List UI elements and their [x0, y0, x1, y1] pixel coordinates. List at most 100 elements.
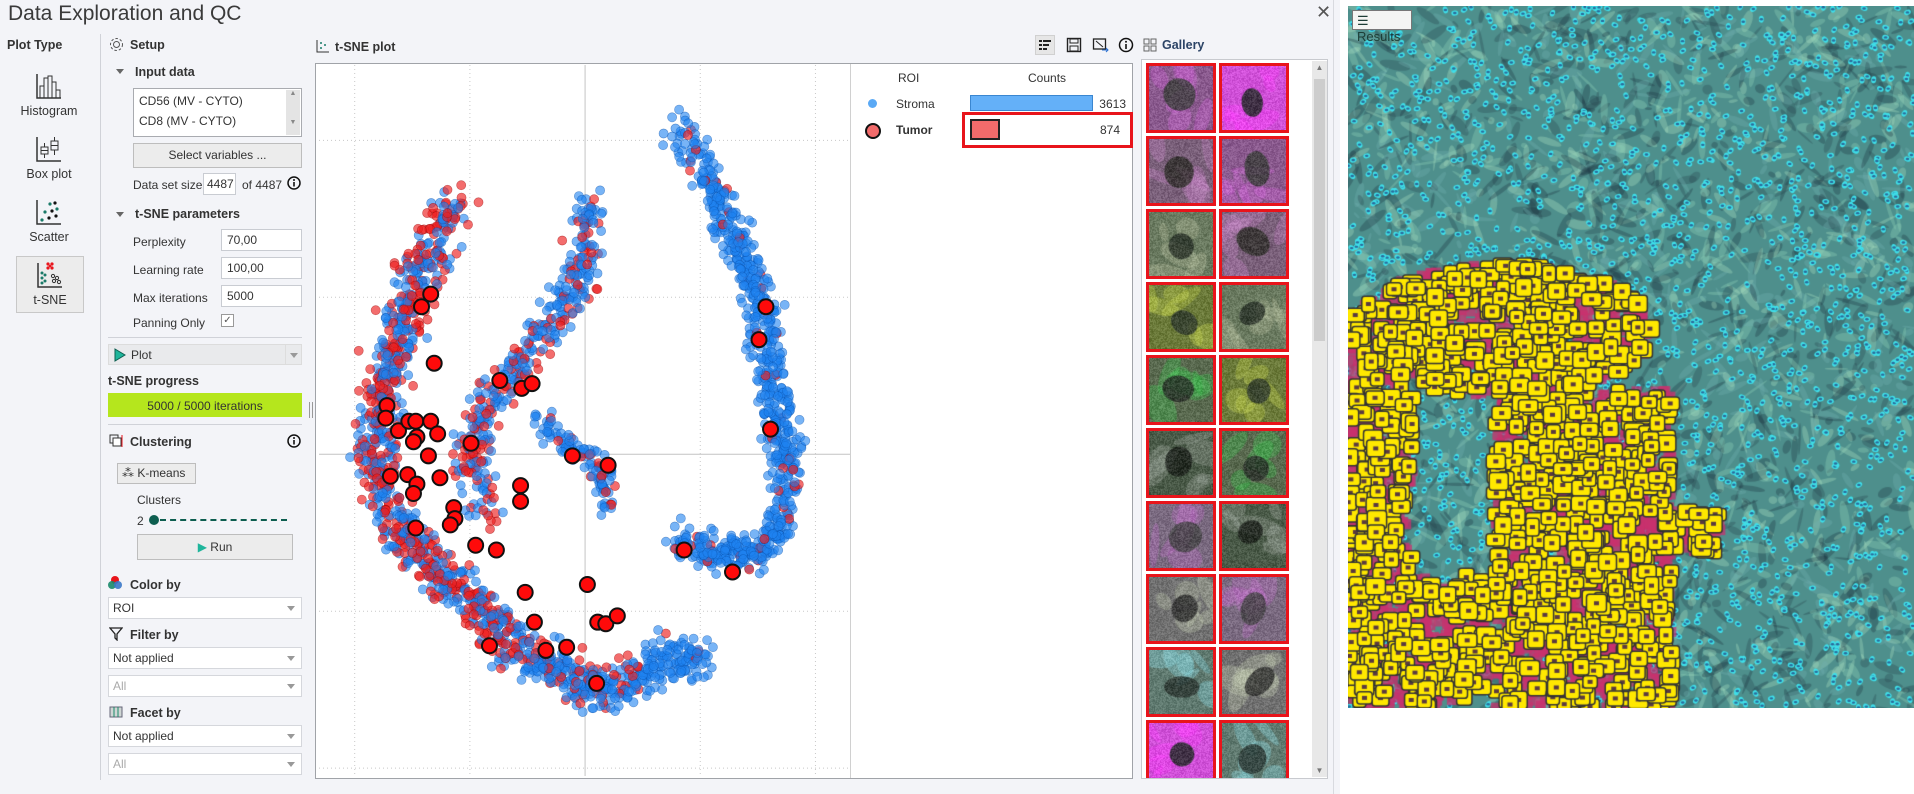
list-item[interactable]: CD56 (MV - CYTO) [139, 94, 243, 108]
gallery-scrollbar[interactable]: ▲ ▼ [1312, 61, 1327, 777]
clusters-slider-track[interactable] [160, 519, 287, 521]
gallery-thumbnail[interactable] [1219, 63, 1289, 133]
selected-tumor-point[interactable] [487, 541, 505, 559]
selected-tumor-point[interactable] [419, 447, 437, 465]
selected-tumor-point[interactable] [404, 484, 422, 502]
selected-tumor-point[interactable] [608, 607, 626, 625]
selected-tumor-point[interactable] [480, 637, 498, 655]
save-icon[interactable] [1066, 37, 1082, 53]
facet-by-dropdown[interactable]: Not applied [108, 725, 302, 747]
filter-by-dropdown[interactable]: Not applied [108, 647, 302, 669]
variables-listbox[interactable]: CD56 (MV - CYTO) CD8 (MV - CYTO) ▲ ▼ [133, 88, 302, 137]
scrollbar[interactable]: ▲ ▼ [286, 90, 300, 135]
plot-button[interactable]: Plot [108, 344, 302, 365]
plot-options-dropdown[interactable] [285, 345, 301, 364]
collapse-caret-icon[interactable] [116, 69, 124, 74]
selected-tumor-point[interactable] [425, 354, 443, 372]
selected-tumor-point[interactable] [525, 613, 543, 631]
gallery-thumbnail[interactable] [1146, 209, 1216, 279]
scroll-down-icon[interactable]: ▼ [1312, 766, 1327, 775]
gallery-thumbnail[interactable] [1146, 647, 1216, 717]
scroll-up-icon[interactable]: ▲ [1312, 63, 1327, 72]
clusters-slider-handle[interactable] [149, 515, 159, 525]
kmeans-button[interactable]: ⁂ K-means [117, 463, 196, 484]
gallery-thumbnail[interactable] [1219, 647, 1289, 717]
results-menu-button[interactable]: ☰ Results [1352, 10, 1412, 44]
gallery-thumbnail[interactable] [1219, 574, 1289, 644]
learning-rate-input[interactable]: 100,00 [221, 257, 302, 279]
perplexity-input[interactable]: 70,00 [221, 229, 302, 251]
info-icon[interactable] [287, 434, 301, 448]
selected-tumor-point[interactable] [762, 420, 780, 438]
selected-tumor-point[interactable] [413, 298, 431, 316]
plot-type-tsne[interactable]: t-SNE [16, 256, 84, 313]
selected-tumor-point[interactable] [757, 298, 775, 316]
selected-tumor-point[interactable] [578, 576, 596, 594]
plot-type-box-plot[interactable]: Box plot [10, 135, 88, 187]
legend-stroma-label[interactable]: Stroma [896, 97, 935, 111]
selected-tumor-point[interactable] [441, 516, 459, 534]
gallery-thumbnail[interactable] [1146, 501, 1216, 571]
selected-tumor-point[interactable] [407, 412, 425, 430]
selected-tumor-point[interactable] [407, 519, 425, 537]
legend-tumor-label[interactable]: Tumor [896, 123, 932, 137]
gallery-thumbnail[interactable] [1146, 574, 1216, 644]
selected-tumor-point[interactable] [404, 433, 422, 451]
selected-tumor-point[interactable] [724, 563, 742, 581]
gallery-thumbnail[interactable] [1146, 63, 1216, 133]
results-image[interactable] [1348, 6, 1914, 708]
selected-tumor-point[interactable] [750, 331, 768, 349]
gallery-thumbnail[interactable] [1219, 209, 1289, 279]
legend-toggle-button[interactable] [1035, 35, 1055, 55]
list-item[interactable]: CD8 (MV - CYTO) [139, 114, 236, 128]
splitter-handle[interactable] [309, 402, 313, 418]
scrollbar-thumb[interactable] [1314, 79, 1325, 341]
selected-tumor-point[interactable] [523, 375, 541, 393]
selected-tumor-point[interactable] [588, 674, 606, 692]
info-icon[interactable] [287, 176, 301, 190]
selected-tumor-point[interactable] [599, 456, 617, 474]
selected-tumor-point[interactable] [462, 434, 480, 452]
gallery-thumbnail[interactable] [1219, 282, 1289, 352]
selected-tumor-point[interactable] [512, 477, 530, 495]
selected-tumor-point[interactable] [516, 583, 534, 601]
selected-tumor-point[interactable] [377, 409, 395, 427]
selected-tumor-point[interactable] [467, 536, 485, 554]
export-icon[interactable] [1092, 37, 1110, 53]
gallery-thumbnail[interactable] [1219, 355, 1289, 425]
selected-tumor-point[interactable] [563, 447, 581, 465]
gallery-thumbnail[interactable] [1146, 720, 1216, 778]
max-iterations-input[interactable]: 5000 [221, 285, 302, 307]
gallery-thumbnail[interactable] [1146, 355, 1216, 425]
selected-tumor-point[interactable] [429, 425, 447, 443]
color-by-dropdown[interactable]: ROI [108, 597, 302, 619]
plot-type-scatter[interactable]: Scatter [10, 198, 88, 250]
facet-by-sub-dropdown[interactable]: All [108, 753, 302, 775]
info-icon[interactable] [1118, 37, 1134, 53]
selected-tumor-point[interactable] [512, 492, 530, 510]
run-button[interactable]: ▶ Run [137, 534, 293, 560]
tumor-point [600, 487, 611, 497]
selected-tumor-point[interactable] [537, 641, 555, 659]
select-variables-button[interactable]: Select variables ... [133, 143, 302, 168]
gallery-thumbnail[interactable] [1219, 136, 1289, 206]
gallery-thumbnail[interactable] [1219, 428, 1289, 498]
filter-by-sub-dropdown[interactable]: All [108, 675, 302, 697]
selected-tumor-point[interactable] [381, 467, 399, 485]
gallery-thumbnail[interactable] [1219, 501, 1289, 571]
gallery-thumbnail[interactable] [1146, 282, 1216, 352]
tsne-scatter-plot[interactable] [319, 65, 850, 776]
gallery-thumbnail[interactable] [1146, 428, 1216, 498]
selected-tumor-point[interactable] [558, 638, 576, 656]
selected-tumor-point[interactable] [431, 469, 449, 487]
gallery-thumbnail[interactable] [1146, 136, 1216, 206]
plot-type-histogram[interactable]: Histogram [10, 72, 88, 124]
panning-only-checkbox[interactable]: ✓ [221, 314, 234, 327]
collapse-caret-icon[interactable] [116, 212, 124, 217]
selected-tumor-point[interactable] [675, 541, 693, 559]
dataset-size-input[interactable]: 4487 [203, 173, 236, 195]
close-icon[interactable]: ✕ [1316, 2, 1331, 23]
stroma-point [744, 215, 754, 226]
selected-tumor-point[interactable] [491, 371, 509, 389]
gallery-thumbnail[interactable] [1219, 720, 1289, 778]
